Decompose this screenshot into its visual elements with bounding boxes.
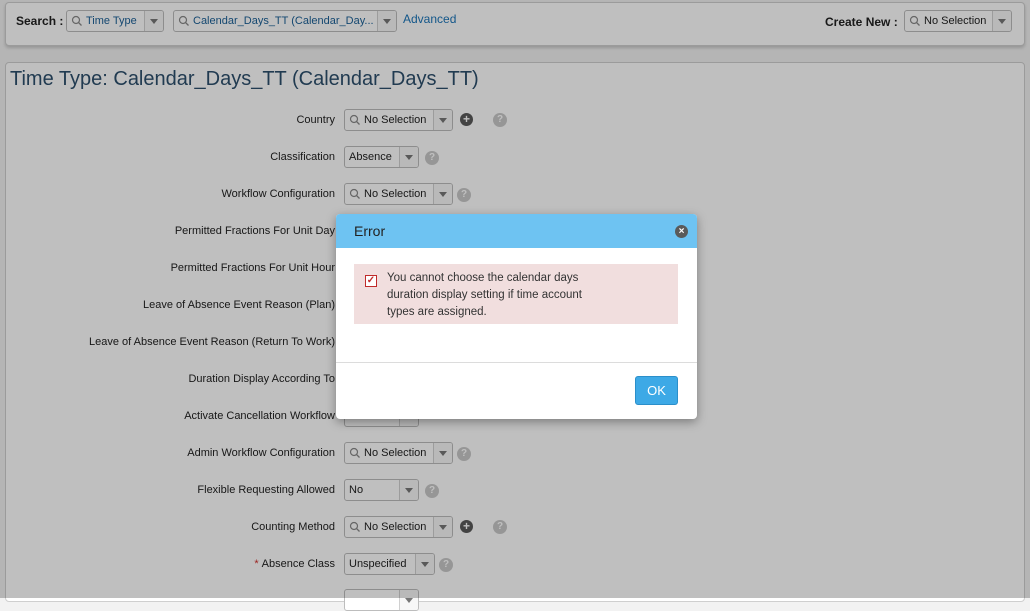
dialog-title: Error — [354, 223, 386, 239]
close-icon[interactable]: × — [675, 225, 688, 238]
dialog-divider — [336, 362, 697, 363]
error-message-box: ✓ You cannot choose the calendar days du… — [354, 264, 678, 324]
error-dialog: Error × ✓ You cannot choose the calendar… — [336, 214, 697, 419]
dialog-header: Error × — [336, 214, 697, 248]
error-check-icon: ✓ — [365, 275, 377, 287]
ok-button[interactable]: OK — [635, 376, 678, 405]
error-message: You cannot choose the calendar days dura… — [387, 272, 582, 318]
